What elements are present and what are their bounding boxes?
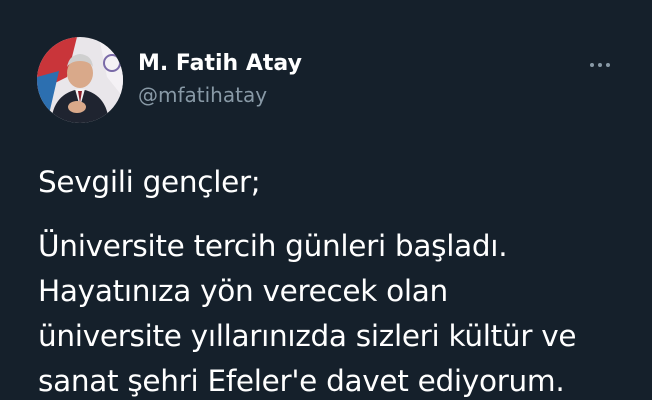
author-display-name[interactable]: M. Fatih Atay [138, 50, 302, 78]
tweet-line: Üniversite tercih günleri başladı. [38, 229, 508, 263]
author-handle[interactable]: @mfatihatay [138, 82, 267, 108]
more-horizontal-icon [590, 63, 610, 67]
tweet-line: üniversite yıllarınızda sizleri kültür v… [38, 319, 577, 353]
tweet-card: M. Fatih Atay @mfatihatay Sevgili gençle… [0, 0, 652, 400]
avatar[interactable] [37, 37, 123, 123]
dot [598, 63, 602, 67]
tweet-text: Sevgili gençler; Üniversite tercih günle… [38, 160, 638, 400]
tweet-line: Hayatınıza yön verecek olan [38, 274, 448, 308]
dot [590, 63, 594, 67]
tweet-line: sanat şehri Efeler'e davet ediyorum. [38, 364, 565, 398]
avatar-photo [37, 37, 123, 123]
dot [606, 63, 610, 67]
more-options-button[interactable] [580, 50, 620, 80]
tweet-greeting: Sevgili gençler; [38, 165, 261, 199]
